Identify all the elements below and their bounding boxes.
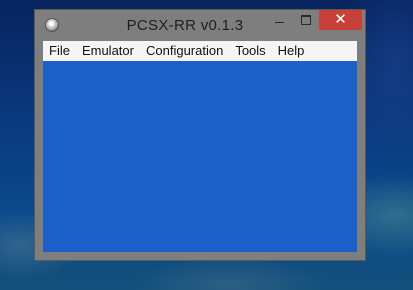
maximize-icon xyxy=(301,15,311,25)
window-title: PCSX-RR v0.1.3 xyxy=(126,17,244,34)
app-window: PCSX-RR v0.1.3 ✕ File Emulator Configura… xyxy=(35,10,365,260)
minimize-icon xyxy=(275,22,284,23)
emulator-display-area[interactable] xyxy=(43,61,357,252)
maximize-button[interactable] xyxy=(293,10,319,30)
close-button[interactable]: ✕ xyxy=(319,10,362,30)
cd-disc-icon[interactable] xyxy=(45,18,59,32)
menu-help[interactable]: Help xyxy=(272,41,311,61)
menu-file[interactable]: File xyxy=(43,41,76,61)
minimize-button[interactable] xyxy=(267,10,293,30)
desktop-background: PCSX-RR v0.1.3 ✕ File Emulator Configura… xyxy=(0,0,413,290)
menu-emulator[interactable]: Emulator xyxy=(76,41,140,61)
menu-tools[interactable]: Tools xyxy=(229,41,271,61)
close-icon: ✕ xyxy=(334,11,347,28)
menu-configuration[interactable]: Configuration xyxy=(140,41,229,61)
title-bar[interactable]: PCSX-RR v0.1.3 ✕ xyxy=(35,10,365,40)
menu-bar: File Emulator Configuration Tools Help xyxy=(43,41,357,61)
